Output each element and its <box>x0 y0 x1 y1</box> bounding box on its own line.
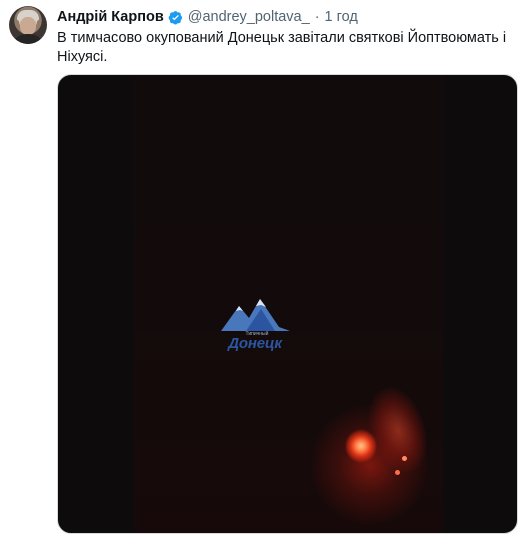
tweet-header: Андрій Карпов @andrey_poltava_ · 1 год <box>57 8 358 27</box>
fire-core <box>346 430 376 462</box>
tweet-text: В тимчасово окупований Донецьк завітали … <box>57 30 507 65</box>
watermark-main-label: Донецк <box>228 335 282 352</box>
avatar-face <box>20 17 36 35</box>
author-name[interactable]: Андрій Карпов <box>57 8 164 27</box>
verified-badge-icon <box>168 10 183 25</box>
author-handle[interactable]: @andrey_poltava_ <box>188 8 310 27</box>
avatar[interactable] <box>9 6 47 44</box>
media-watermark: Типичный Донецк <box>218 296 294 360</box>
video-media[interactable]: Типичный Донецк <box>57 74 518 534</box>
tweet-card[interactable]: Андрій Карпов @andrey_poltava_ · 1 год В… <box>0 0 527 544</box>
tweet-timestamp[interactable]: 1 год <box>325 8 358 27</box>
header-separator: · <box>314 9 320 25</box>
fire-spark <box>395 470 400 475</box>
avatar-shirt <box>12 34 44 44</box>
fire-spark <box>402 456 407 461</box>
watermark-mountains-icon <box>221 299 290 331</box>
